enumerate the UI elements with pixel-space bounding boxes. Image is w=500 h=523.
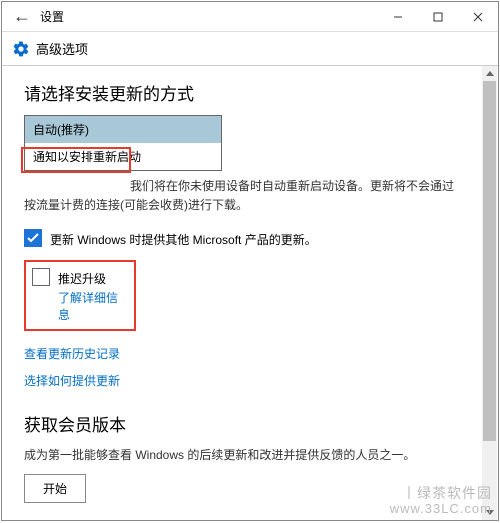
- checkbox-microsoft-products[interactable]: 更新 Windows 时提供其他 Microsoft 产品的更新。: [24, 229, 478, 248]
- section-install-title: 请选择安装更新的方式: [24, 80, 478, 105]
- checkbox-defer-label: 推迟升级: [58, 268, 106, 287]
- minimize-button[interactable]: [378, 2, 418, 32]
- maximize-button[interactable]: [418, 2, 458, 32]
- section-insider-title: 获取会员版本: [24, 411, 478, 436]
- watermark-line1: 丨绿茶软件园: [390, 485, 492, 502]
- window-titlebar: ← 设置: [2, 2, 498, 32]
- maximize-icon: [433, 12, 443, 22]
- checkbox-unchecked-icon: [32, 268, 50, 286]
- window-title: 设置: [40, 8, 64, 25]
- gear-icon: [12, 40, 30, 58]
- content-area: 请选择安装更新的方式 自动(推荐) 通知以安排重新启动 我们将在你未使用设备时自…: [2, 66, 498, 520]
- start-button[interactable]: 开始: [24, 474, 86, 503]
- checkbox-checked-icon: [24, 229, 42, 247]
- highlight-frame-defer: 推迟升级 了解详细信息: [24, 260, 136, 331]
- watermark: 丨绿茶软件园 www.33LC.com: [390, 485, 492, 517]
- watermark-line2: www.33LC.com: [390, 501, 492, 517]
- close-icon: [473, 12, 483, 22]
- close-button[interactable]: [458, 2, 498, 32]
- minimize-icon: [393, 12, 403, 22]
- checkbox-defer-upgrade[interactable]: 推迟升级: [32, 268, 124, 287]
- insider-description: 成为第一批能够查看 Windows 的后续更新和改进并提供反馈的人员之一。: [24, 446, 478, 465]
- window-controls: [378, 2, 498, 32]
- back-button[interactable]: ←: [8, 3, 36, 31]
- learn-more-link[interactable]: 了解详细信息: [58, 289, 124, 323]
- highlight-frame-notify: [21, 147, 131, 173]
- page-header: 高级选项: [2, 32, 498, 66]
- checkbox-microsoft-label: 更新 Windows 时提供其他 Microsoft 产品的更新。: [50, 229, 317, 248]
- install-description: 我们将在你未使用设备时自动重新启动设备。更新将不会通过按流量计费的连接(可能会收…: [24, 177, 478, 215]
- delivery-options-link[interactable]: 选择如何提供更新: [24, 372, 478, 389]
- back-arrow-icon: ←: [13, 6, 31, 27]
- page-title: 高级选项: [36, 39, 88, 58]
- dropdown-selected[interactable]: 自动(推荐): [25, 116, 221, 143]
- view-history-link[interactable]: 查看更新历史记录: [24, 345, 478, 362]
